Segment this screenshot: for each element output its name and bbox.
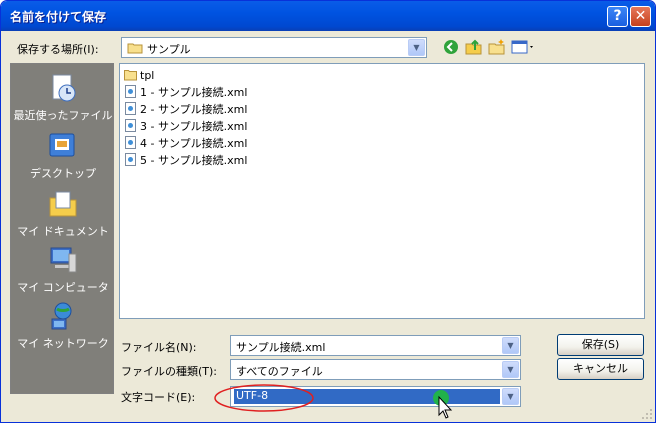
list-item[interactable]: 4 - サンプル接続.xml xyxy=(124,135,247,151)
list-item[interactable]: tpl xyxy=(124,68,154,84)
filetype-select[interactable]: すべてのファイル ▼ xyxy=(230,359,521,380)
filename-value: サンプル接続.xml xyxy=(236,341,326,354)
list-item[interactable]: 3 - サンプル接続.xml xyxy=(124,118,247,134)
folder-icon xyxy=(124,70,137,81)
my-documents-icon xyxy=(49,191,77,217)
recent-documents-icon xyxy=(52,74,76,102)
xml-file-icon xyxy=(125,136,136,149)
place-label: マイ コンピュータ xyxy=(17,281,109,294)
folder-icon xyxy=(127,43,143,54)
encoding-select[interactable]: UTF-8 ▼ xyxy=(230,386,521,407)
save-button[interactable]: 保存(S) xyxy=(557,334,644,356)
filetype-label: ファイルの種類(T): xyxy=(121,365,218,378)
cancel-button[interactable]: キャンセル xyxy=(557,358,644,380)
file-name: tpl xyxy=(140,69,155,82)
file-name: 5 - サンプル接続.xml xyxy=(140,154,248,167)
place-documents[interactable]: マイ ドキュメント xyxy=(11,188,115,239)
file-name: 3 - サンプル接続.xml xyxy=(140,120,248,133)
encoding-value: UTF-8 xyxy=(236,389,269,402)
location-value: サンプル xyxy=(147,43,191,56)
place-label: デスクトップ xyxy=(30,167,96,180)
place-label: マイ ネットワーク xyxy=(17,337,109,350)
my-network-icon xyxy=(51,302,72,330)
resize-grip-icon[interactable] xyxy=(641,408,653,420)
list-item[interactable]: 1 - サンプル接続.xml xyxy=(124,84,247,100)
place-computer[interactable]: マイ コンピュータ xyxy=(11,244,115,295)
place-label: 最近使ったファイル xyxy=(13,109,113,122)
location-label: 保存する場所(I): xyxy=(17,43,99,56)
filename-input[interactable]: サンプル接続.xml ▼ xyxy=(230,335,521,356)
place-recent[interactable]: 最近使ったファイル xyxy=(11,72,115,123)
up-folder-icon[interactable] xyxy=(464,37,484,57)
location-combo[interactable]: サンプル ▼ xyxy=(121,37,427,58)
place-network[interactable]: マイ ネットワーク xyxy=(11,300,115,351)
save-as-dialog: 名前を付けて保存 ? ✕ 保存する場所(I): サンプル ▼ 最近使ったファイル… xyxy=(0,0,656,423)
filetype-value: すべてのファイル xyxy=(236,365,323,378)
view-menu-icon[interactable] xyxy=(510,37,536,57)
xml-file-icon xyxy=(125,102,136,115)
file-name: 4 - サンプル接続.xml xyxy=(140,137,248,150)
list-item[interactable]: 5 - サンプル接続.xml xyxy=(124,152,247,168)
xml-file-icon xyxy=(125,119,136,132)
xml-file-icon xyxy=(125,85,136,98)
desktop-icon xyxy=(49,133,75,157)
title-bar[interactable]: 名前を付けて保存 ? ✕ xyxy=(1,1,655,31)
chevron-down-icon[interactable]: ▼ xyxy=(502,361,519,378)
places-bar: 最近使ったファイル デスクトップ マイ ドキュメント マイ コンピュータ マイ … xyxy=(10,63,114,394)
xml-file-icon xyxy=(125,153,136,166)
file-name: 2 - サンプル接続.xml xyxy=(140,103,248,116)
encoding-label: 文字コード(E): xyxy=(121,391,196,404)
my-computer-icon xyxy=(50,247,77,273)
encoding-selection-highlight xyxy=(234,389,500,404)
filename-label: ファイル名(N): xyxy=(121,341,197,354)
file-list[interactable]: tpl 1 - サンプル接続.xml 2 - サンプル接続.xml 3 - サン… xyxy=(119,63,645,319)
chevron-down-icon[interactable]: ▼ xyxy=(502,388,519,405)
list-item[interactable]: 2 - サンプル接続.xml xyxy=(124,101,247,117)
chevron-down-icon[interactable]: ▼ xyxy=(502,337,519,354)
back-icon[interactable] xyxy=(441,37,461,57)
place-desktop[interactable]: デスクトップ xyxy=(11,130,115,181)
place-label: マイ ドキュメント xyxy=(17,225,109,238)
new-folder-icon[interactable] xyxy=(487,37,507,57)
help-button[interactable]: ? xyxy=(607,6,628,27)
file-name: 1 - サンプル接続.xml xyxy=(140,86,248,99)
chevron-down-icon[interactable]: ▼ xyxy=(408,39,425,56)
window-title: 名前を付けて保存 xyxy=(10,10,107,24)
close-button[interactable]: ✕ xyxy=(630,6,651,27)
